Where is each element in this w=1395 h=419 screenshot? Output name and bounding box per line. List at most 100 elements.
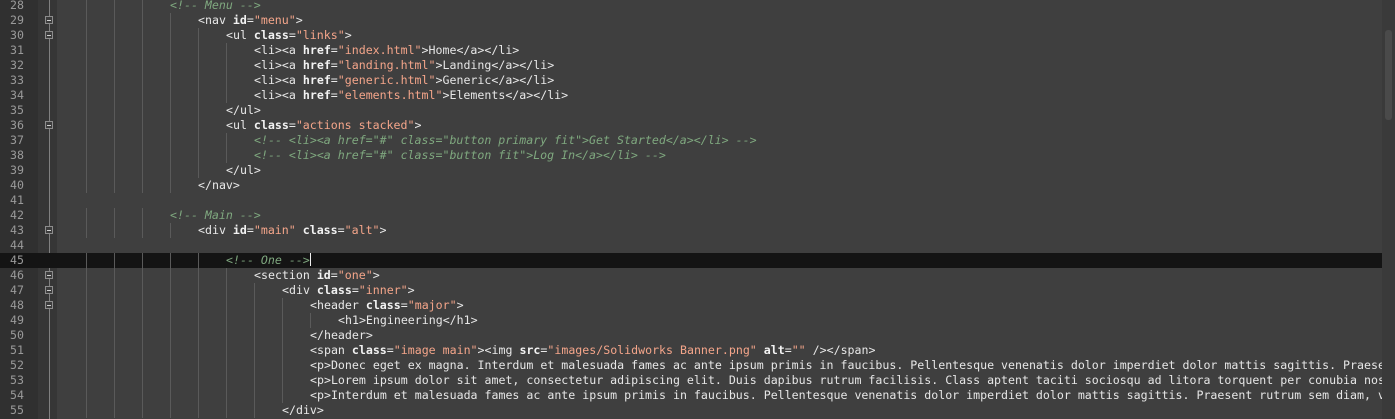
code-line[interactable]: 35 </ul> [0,103,1395,118]
code-text[interactable]: <ul class="actions stacked"> [226,118,421,133]
code-line[interactable]: 34 <li><a href="elements.html">Elements</… [0,88,1395,103]
code-text[interactable]: </nav> [198,178,240,193]
code-text[interactable]: </header> [310,328,373,343]
indent-guide [198,343,199,358]
code-line[interactable]: 46 <section id="one"> [0,268,1395,283]
code-token: src [519,343,541,357]
fold-toggle-icon[interactable] [45,226,53,234]
code-text[interactable]: <nav id="menu"> [198,13,303,28]
indent-guide [114,283,115,298]
indent-guide [86,268,87,283]
indent-guide [142,88,143,103]
code-line[interactable]: 32 <li><a href="landing.html">Landing</a>… [0,58,1395,73]
code-line[interactable]: 40 </nav> [0,178,1395,193]
code-line[interactable]: 44 [0,238,1395,253]
code-line[interactable]: 48 <header class="major"> [0,298,1395,313]
code-token: id [232,223,247,237]
code-line[interactable]: 30 <ul class="links"> [0,28,1395,43]
indent-guide [86,163,87,178]
indent-guide [198,118,199,133]
code-line[interactable]: 53 <p>Lorem ipsum dolor sit amet, consect… [0,373,1395,388]
fold-toggle-icon[interactable] [45,301,53,309]
fold-toggle-icon[interactable] [45,16,53,24]
code-line[interactable]: 43 <div id="main" class="alt"> [0,223,1395,238]
code-token: </a></li> [456,43,520,57]
code-text[interactable]: <p>Interdum et malesuada fames ac ante i… [310,388,1392,403]
indent-guide [170,133,171,148]
code-text[interactable]: </ul> [226,103,261,118]
code-text[interactable]: <header class="major"> [310,298,464,313]
indent-guide [170,358,171,373]
indent-guide [254,298,255,313]
indent-guide [226,343,227,358]
code-text[interactable]: </div> [282,403,324,418]
code-text[interactable]: <!-- Main --> [170,208,261,223]
code-line[interactable]: 37 <!-- <li><a href="#" class="button pri… [0,133,1395,148]
code-line[interactable]: 41 [0,193,1395,208]
indent-guide [114,28,115,43]
code-text[interactable]: <h1>Engineering</h1> [338,313,478,328]
code-line[interactable]: 31 <li><a href="index.html">Home</a></li> [0,43,1395,58]
indent-guide [114,313,115,328]
code-line[interactable]: 45 <!-- One --> [0,253,1395,268]
code-line[interactable]: 39 </ul> [0,163,1395,178]
code-token: "elements.html" [337,88,443,102]
code-text[interactable]: <li><a href="generic.html">Generic</a></… [254,73,554,88]
code-line[interactable]: 55 </div> [0,403,1395,418]
code-line[interactable]: 52 <p>Donec eget ex magna. Interdum et ma… [0,358,1395,373]
code-token: <li><a [254,43,303,57]
code-line[interactable]: 50 </header> [0,328,1395,343]
fold-toggle-icon[interactable] [45,271,53,279]
code-line[interactable]: 33 <li><a href="generic.html">Generic</a>… [0,73,1395,88]
code-lines[interactable]: 28 <!-- Menu --> 29 <nav id="menu"> 30 <ul cl… [0,0,1395,418]
indent-guide [170,313,171,328]
indent-guide [86,0,87,13]
code-text[interactable]: </ul> [226,163,261,178]
code-text[interactable]: <li><a href="elements.html">Elements</a>… [254,88,568,103]
code-text[interactable]: <p>Lorem ipsum dolor sit amet, consectet… [310,373,1392,388]
fold-toggle-icon[interactable] [45,121,53,129]
indent-guide [198,148,199,163]
indent-guide [142,118,143,133]
code-line[interactable]: 47 <div class="inner"> [0,283,1395,298]
code-line[interactable]: 49 <h1>Engineering</h1> [0,313,1395,328]
indent-guide [226,148,227,163]
code-text[interactable]: <!-- <li><a href="#" class="button prima… [254,133,757,148]
code-editor[interactable]: 28 <!-- Menu --> 29 <nav id="menu"> 30 <ul cl… [0,0,1395,419]
indent-guide [114,373,115,388]
code-text[interactable]: <span class="image main"><img src="image… [310,343,875,358]
scrollbar-thumb[interactable] [1385,30,1392,120]
code-text[interactable]: <!-- <li><a href="#" class="button fit">… [254,148,666,163]
indent-guide [198,43,199,58]
code-text[interactable]: <li><a href="index.html">Home</a></li> [254,43,519,58]
code-line[interactable]: 29 <nav id="menu"> [0,13,1395,28]
line-number: 29 [10,13,24,27]
code-text[interactable]: <p>Donec eget ex magna. Interdum et male… [310,358,1392,373]
code-token: </a></li> [491,58,555,72]
code-text[interactable]: <!-- One --> [226,253,311,268]
indent-guide [142,313,143,328]
code-text[interactable]: <!-- Menu --> [170,0,261,13]
code-text[interactable]: <section id="one"> [254,268,380,283]
code-line[interactable]: 28 <!-- Menu --> [0,0,1395,13]
indent-guide [170,268,171,283]
line-number: 38 [10,148,24,162]
fold-toggle-icon[interactable] [45,31,53,39]
code-text[interactable]: <ul class="links"> [226,28,352,43]
indent-guide [198,133,199,148]
code-line[interactable]: 51 <span class="image main"><img src="ima… [0,343,1395,358]
code-token: alt [763,343,785,357]
code-text[interactable]: <li><a href="landing.html">Landing</a></… [254,58,554,73]
code-text[interactable]: <div id="main" class="alt"> [198,223,387,238]
code-line[interactable]: 38 <!-- <li><a href="#" class="button fit… [0,148,1395,163]
code-token: = [330,43,338,57]
code-line[interactable]: 42 <!-- Main --> [0,208,1395,223]
code-text[interactable]: <div class="inner"> [282,283,415,298]
vertical-scrollbar[interactable] [1382,0,1395,419]
code-token: "links" [295,28,345,42]
code-line[interactable]: 36 <ul class="actions stacked"> [0,118,1395,133]
code-line[interactable]: 54 <p>Interdum et malesuada fames ac ante… [0,388,1395,403]
indent-guide [170,118,171,133]
fold-toggle-icon[interactable] [45,286,53,294]
